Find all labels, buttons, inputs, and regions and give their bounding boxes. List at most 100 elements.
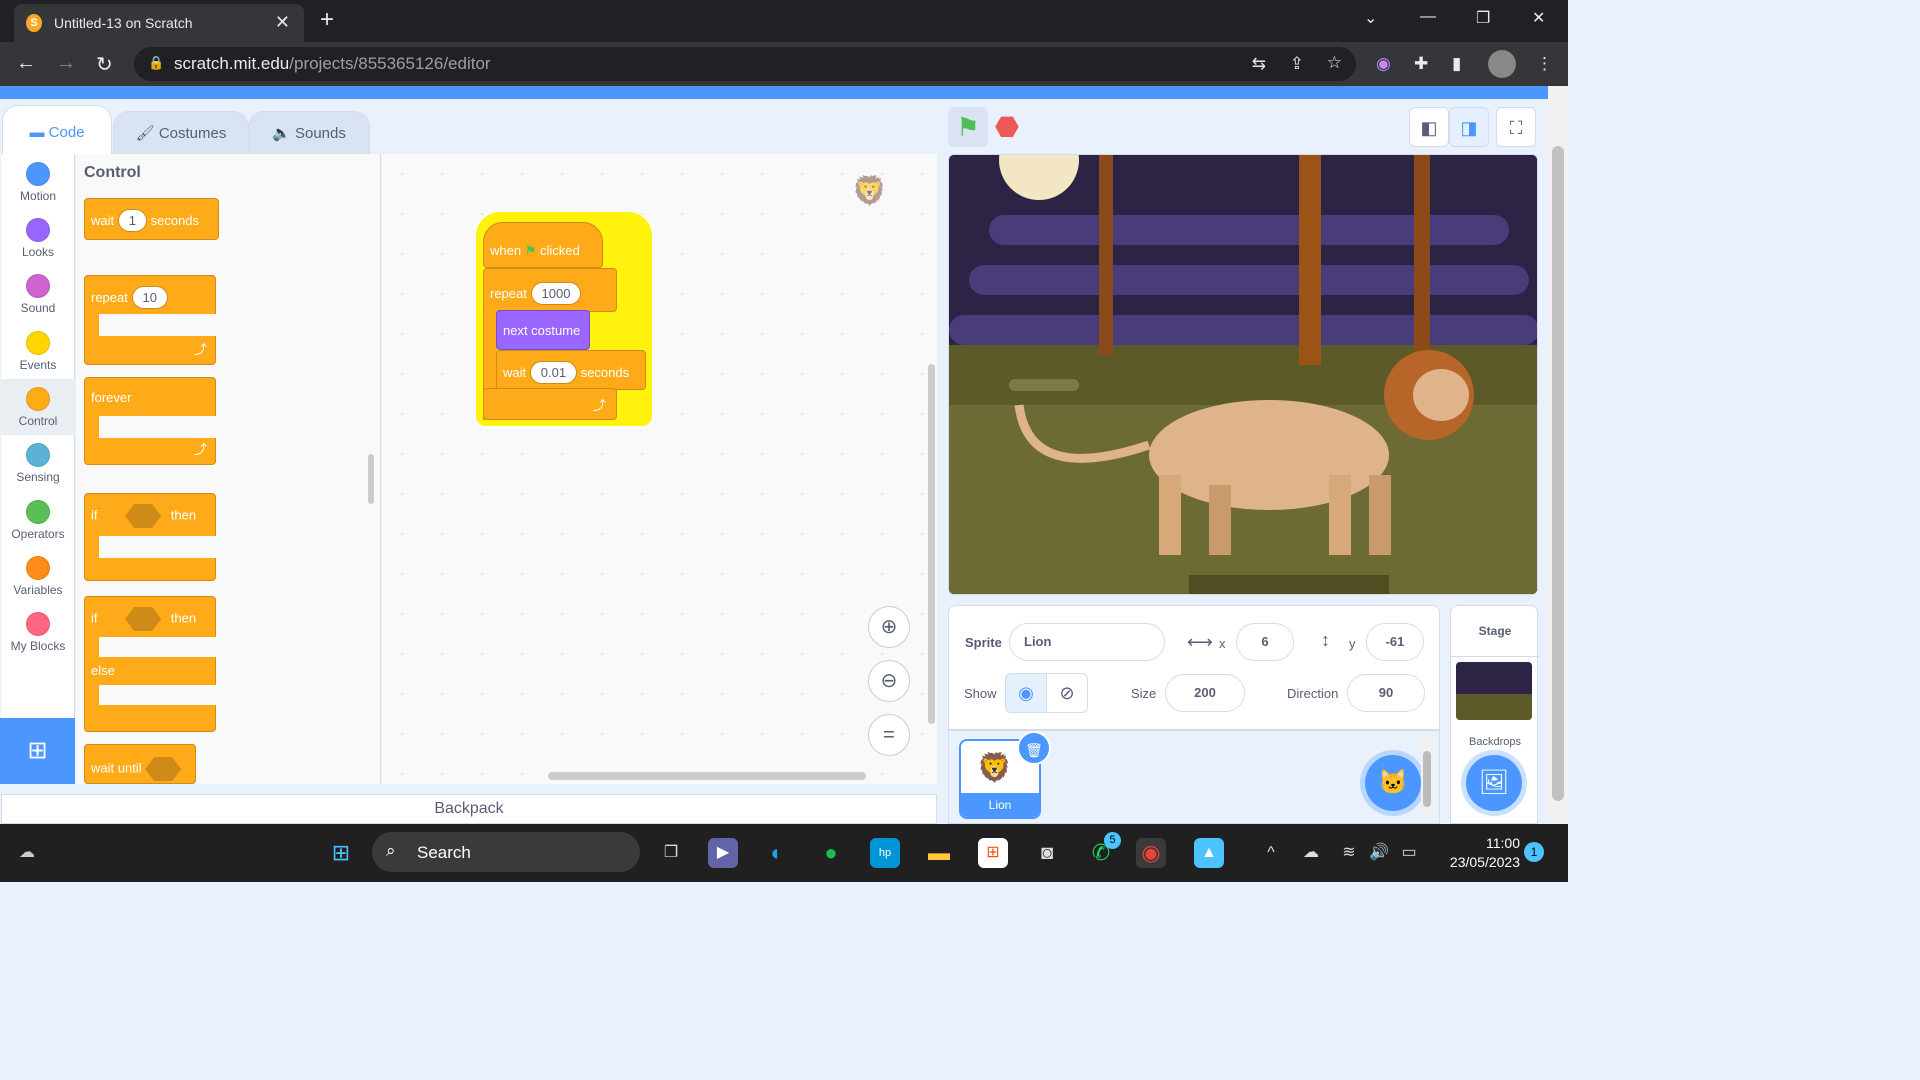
backdrop-thumbnail[interactable] xyxy=(1456,662,1532,720)
category-motion[interactable]: Motion xyxy=(1,154,75,203)
share-icon[interactable]: ⇪ xyxy=(1290,54,1304,74)
palette-scrollbar[interactable] xyxy=(368,454,374,504)
camera-icon[interactable]: ◙ xyxy=(1032,838,1062,868)
minimize-button[interactable]: — xyxy=(1420,8,1436,26)
stage-canvas[interactable] xyxy=(948,154,1538,595)
task-view-icon[interactable]: ❐ xyxy=(656,838,686,868)
close-tab-icon[interactable]: ✕ xyxy=(275,12,290,33)
taskbar-search[interactable]: ⌕ Search xyxy=(372,832,640,872)
file-explorer-icon[interactable]: ▬ xyxy=(924,838,954,868)
add-extension-icon: ⊞ xyxy=(27,737,48,764)
palette-forever-block[interactable]: forever ⤴ xyxy=(84,377,217,465)
fullscreen-button[interactable]: ⛶ xyxy=(1496,107,1536,147)
extension-icon[interactable]: ◉ xyxy=(1376,54,1391,74)
stage-target-panel[interactable]: Stage Backdrops 🖼 xyxy=(1450,605,1539,824)
stop-button[interactable]: ⬣ xyxy=(987,107,1027,147)
microsoft-store-icon[interactable]: ⊞ xyxy=(978,838,1008,868)
palette-if-else-block[interactable]: if then else xyxy=(84,596,217,732)
palette-repeat-block[interactable]: repeat 10 ⤴ xyxy=(84,275,217,365)
x-field[interactable]: 6 xyxy=(1236,623,1294,661)
sensing-dot-icon xyxy=(26,443,50,467)
close-window-button[interactable]: ✕ xyxy=(1532,8,1545,28)
windows-start-icon[interactable]: ⊞ xyxy=(326,838,356,868)
chrome-icon[interactable]: ◉ xyxy=(1136,838,1166,868)
operators-dot-icon xyxy=(26,500,50,524)
add-extension-button[interactable]: ⊞ xyxy=(0,718,75,784)
teams-icon[interactable]: ▶ xyxy=(708,838,738,868)
hide-sprite-button[interactable]: ⊘ xyxy=(1046,673,1088,713)
backdrops-label: Backdrops xyxy=(1469,736,1521,748)
back-button[interactable]: ← xyxy=(16,52,36,75)
spotify-icon[interactable]: ● xyxy=(816,838,846,868)
script-wait-block[interactable]: wait 0.01 seconds xyxy=(496,350,646,390)
volume-icon[interactable]: 🔊 xyxy=(1364,838,1394,868)
workspace-h-scrollbar[interactable] xyxy=(548,772,866,780)
forward-button[interactable]: → xyxy=(56,52,76,75)
lion-thumbnail-icon: 🦁 xyxy=(977,752,1012,783)
category-control[interactable]: Control xyxy=(1,379,75,435)
sprite-list-scrollbar[interactable] xyxy=(1421,737,1433,821)
category-looks[interactable]: Looks xyxy=(1,210,75,259)
taskbar-clock[interactable]: 11:00 23/05/2023 xyxy=(1430,834,1520,872)
new-tab-button[interactable]: + xyxy=(320,6,334,34)
battery-icon[interactable]: ▭ xyxy=(1394,838,1424,868)
repeat-block[interactable]: repeat 1000 xyxy=(483,268,617,312)
edge-icon[interactable]: ◐ xyxy=(762,838,792,868)
category-variables[interactable]: Variables xyxy=(1,548,75,597)
photos-icon[interactable]: ▲ xyxy=(1194,838,1224,868)
zoom-reset-button[interactable]: = xyxy=(868,714,910,756)
restore-button[interactable]: ❐ xyxy=(1476,8,1490,28)
bookmark-star-icon[interactable]: ☆ xyxy=(1327,53,1342,73)
tab-search-icon[interactable]: ⌄ xyxy=(1364,8,1377,28)
workspace-v-scrollbar[interactable] xyxy=(928,364,935,724)
delete-sprite-button[interactable]: 🗑 xyxy=(1017,731,1051,765)
myhp-icon[interactable]: hp xyxy=(870,838,900,868)
size-field[interactable]: 200 xyxy=(1165,674,1245,712)
choose-sprite-button[interactable]: 🐱 xyxy=(1365,755,1421,811)
choose-backdrop-button[interactable]: 🖼 xyxy=(1466,755,1522,811)
direction-field[interactable]: 90 xyxy=(1347,674,1425,712)
script-workspace[interactable]: 🦁 when ⚑ clicked repeat 1000 next costum… xyxy=(382,154,937,784)
category-events[interactable]: Events xyxy=(1,323,75,372)
y-field[interactable]: -61 xyxy=(1366,623,1424,661)
profile-avatar[interactable] xyxy=(1488,50,1516,78)
reload-button[interactable]: ↻ xyxy=(96,52,113,77)
category-my-blocks[interactable]: My Blocks xyxy=(1,604,75,653)
zoom-in-button[interactable]: ⊕ xyxy=(868,606,910,648)
translate-icon[interactable]: ⇆ xyxy=(1252,54,1266,74)
tab-costumes[interactable]: 🖌 Costumes xyxy=(113,111,249,155)
stage-scene xyxy=(949,155,1537,594)
backpack[interactable]: Backpack xyxy=(1,794,937,824)
small-stage-button[interactable]: ◧ xyxy=(1409,107,1449,147)
repeat-count-input[interactable]: 1000 xyxy=(530,282,582,305)
zoom-out-button[interactable]: ⊖ xyxy=(868,660,910,702)
wait-input[interactable]: 1 xyxy=(117,209,147,232)
palette-wait-until-block[interactable]: wait until xyxy=(84,744,196,784)
category-sensing[interactable]: Sensing xyxy=(1,435,75,484)
side-panel-icon[interactable]: ▮ xyxy=(1452,54,1461,74)
category-sound[interactable]: Sound xyxy=(1,266,75,315)
onedrive-icon[interactable]: ☁ xyxy=(1296,838,1326,868)
show-hidden-icons[interactable]: ^ xyxy=(1256,838,1286,868)
when-flag-clicked-block[interactable]: when ⚑ clicked xyxy=(483,222,603,268)
palette-wait-block[interactable]: wait 1 seconds xyxy=(84,198,219,240)
green-flag-button[interactable]: ⚑ xyxy=(948,107,988,147)
next-costume-block[interactable]: next costume xyxy=(496,310,590,350)
show-sprite-button[interactable]: ◉ xyxy=(1005,673,1047,713)
tab-code[interactable]: ▬ Code xyxy=(2,105,112,155)
wifi-icon[interactable]: ≋ xyxy=(1334,838,1364,868)
palette-if-then-block[interactable]: if then xyxy=(84,493,217,581)
extensions-puzzle-icon[interactable]: ✚ xyxy=(1414,54,1428,74)
browser-tab[interactable]: S Untitled-13 on Scratch ✕ xyxy=(14,4,304,42)
wait-seconds-input[interactable]: 0.01 xyxy=(529,361,578,384)
large-stage-button[interactable]: ◨ xyxy=(1449,107,1489,147)
category-operators[interactable]: Operators xyxy=(1,492,75,541)
tab-sounds[interactable]: 🔈 Sounds xyxy=(248,111,370,155)
browser-menu-icon[interactable]: ⋮ xyxy=(1536,54,1553,74)
repeat-input[interactable]: 10 xyxy=(131,286,168,309)
weather-icon[interactable]: ☁ xyxy=(12,838,42,868)
sprite-name-field[interactable]: Lion xyxy=(1009,623,1165,661)
notification-badge[interactable]: 1 xyxy=(1524,842,1544,862)
address-bar[interactable]: 🔒 scratch.mit.edu/projects/855365126/edi… xyxy=(134,47,1356,81)
page-scrollbar[interactable] xyxy=(1548,86,1568,824)
